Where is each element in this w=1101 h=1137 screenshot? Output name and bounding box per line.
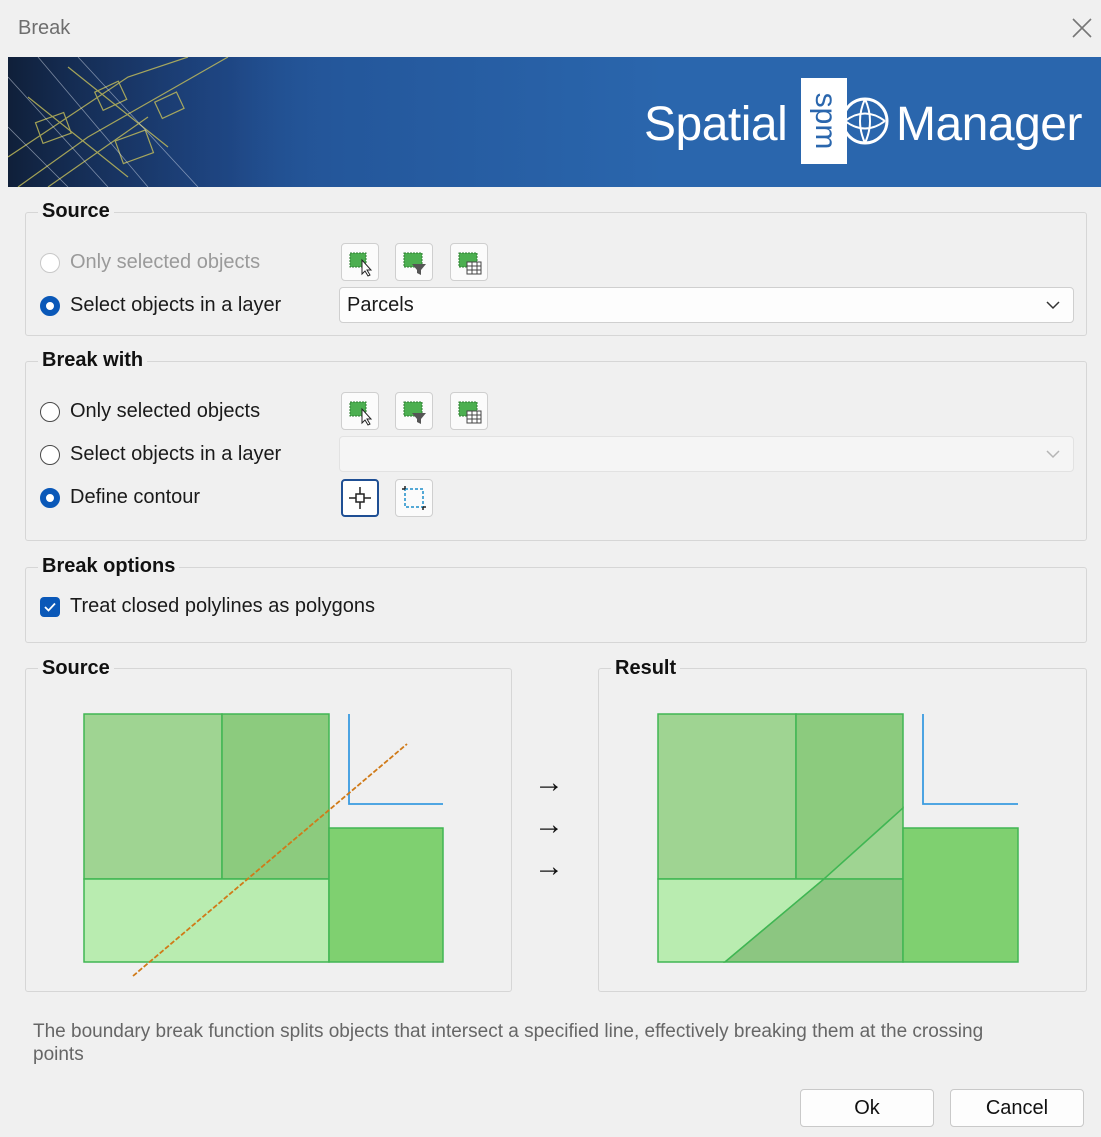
table-select-icon	[458, 401, 482, 424]
radio-label: Select objects in a layer	[70, 443, 282, 465]
break-with-legend: Break with	[38, 349, 148, 372]
radio-label: Define contour	[70, 486, 201, 508]
result-diagram	[657, 713, 1019, 963]
radio-label: Only selected objects	[70, 251, 261, 273]
break-define-contour-radio[interactable]: Define contour	[40, 486, 200, 509]
spm-logo-icon: spm	[801, 78, 889, 164]
select-objects-icon	[349, 252, 373, 277]
description-text: The boundary break function splits objec…	[33, 1021, 984, 1065]
result-parcel-right	[902, 827, 1019, 963]
parcel-right	[328, 827, 444, 963]
map-background-image	[8, 57, 328, 187]
parcel-border-line	[348, 714, 443, 805]
break-only-selected-radio[interactable]: Only selected objects	[40, 400, 260, 423]
radio-circle[interactable]	[40, 295, 60, 316]
parcel-top-left	[83, 713, 223, 880]
check-icon	[44, 602, 56, 612]
radio-circle[interactable]	[40, 401, 60, 422]
result-border-line	[922, 714, 1018, 805]
arrow-icon: →	[534, 808, 564, 841]
source-legend: Source	[38, 200, 114, 223]
arrow-icon: →	[534, 766, 564, 799]
source-select-layer-radio[interactable]: Select objects in a layer	[40, 294, 281, 317]
break-filter-objects-button[interactable]	[395, 392, 433, 430]
table-select-icon	[458, 252, 482, 275]
source-only-selected-radio[interactable]: Only selected objects	[40, 251, 260, 274]
break-table-select-button[interactable]	[450, 392, 488, 430]
brand-name-left: Spatial	[644, 98, 788, 151]
brand-banner: Spatial spm Manager	[8, 57, 1101, 187]
treat-polygons-label: Treat closed polylines as polygons	[70, 595, 375, 617]
source-table-select-button[interactable]	[450, 243, 488, 281]
treat-polygons-checkbox-row[interactable]: Treat closed polylines as polygons	[40, 595, 375, 618]
radio-label: Only selected objects	[70, 400, 261, 422]
radio-circle[interactable]	[40, 444, 60, 465]
spm-logo-text: spm	[809, 93, 842, 150]
treat-polygons-checkbox[interactable]	[40, 596, 60, 617]
break-options-legend: Break options	[38, 555, 180, 578]
chevron-down-icon	[1046, 450, 1060, 459]
break-layer-dropdown[interactable]	[339, 436, 1074, 472]
chevron-down-icon	[1046, 301, 1060, 310]
radio-circle[interactable]	[40, 252, 60, 273]
cancel-button[interactable]: Cancel	[950, 1089, 1084, 1127]
title-bar: Break	[0, 0, 1101, 58]
break-select-layer-radio[interactable]: Select objects in a layer	[40, 443, 281, 466]
source-diagram	[83, 713, 444, 977]
window-title: Break	[18, 17, 71, 39]
source-filter-objects-button[interactable]	[395, 243, 433, 281]
ok-button[interactable]: Ok	[800, 1089, 934, 1127]
break-select-objects-button[interactable]	[341, 392, 379, 430]
pick-point-icon	[349, 487, 371, 509]
result-parcel-top-left	[657, 713, 797, 880]
parcel-top-middle	[221, 713, 330, 880]
rectangle-icon	[402, 486, 426, 510]
pick-point-button[interactable]	[341, 479, 379, 517]
source-layer-value: Parcels	[347, 294, 414, 316]
filter-objects-icon	[403, 252, 426, 275]
filter-objects-icon	[403, 401, 426, 424]
source-select-objects-button[interactable]	[341, 243, 379, 281]
close-icon[interactable]	[1068, 14, 1096, 42]
radio-label: Select objects in a layer	[70, 294, 282, 316]
select-objects-icon	[349, 401, 373, 426]
parcel-bottom	[83, 878, 330, 963]
radio-circle[interactable]	[40, 487, 60, 508]
brand-name-right: Manager	[896, 98, 1082, 151]
arrow-icon: →	[534, 850, 564, 883]
define-rectangle-button[interactable]	[395, 479, 433, 517]
source-layer-dropdown[interactable]: Parcels	[339, 287, 1074, 323]
